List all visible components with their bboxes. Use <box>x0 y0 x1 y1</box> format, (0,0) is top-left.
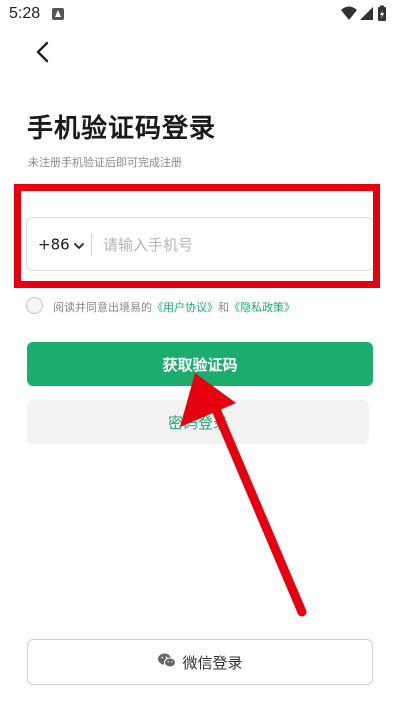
signal-icon <box>360 7 373 20</box>
get-code-button[interactable]: 获取验证码 <box>27 342 373 386</box>
status-indicators <box>340 5 390 23</box>
notification-app-icon <box>52 8 64 20</box>
wechat-icon <box>157 652 177 673</box>
agree-checkbox[interactable] <box>26 297 43 314</box>
status-bar: 5:28 <box>0 0 400 28</box>
wechat-login-label: 微信登录 <box>182 653 243 672</box>
back-arrow-icon <box>36 41 49 63</box>
login-screen: 5:28 手机验证码登录 未注册手机验证后即可完成注册 +86 请输入手机号 阅… <box>0 0 400 710</box>
user-agreement-link[interactable]: 《用户协议》 <box>152 301 218 314</box>
page-subtitle: 未注册手机验证后即可完成注册 <box>28 156 182 169</box>
agreement-text: 阅读并同意出境易的《用户协议》和《隐私政策》 <box>53 299 295 315</box>
wifi-icon <box>341 6 357 20</box>
status-time: 5:28 <box>9 5 41 22</box>
privacy-policy-link[interactable]: 《隐私政策》 <box>229 301 295 314</box>
wechat-login-button[interactable]: 微信登录 <box>27 639 373 685</box>
battery-icon <box>378 5 386 21</box>
highlight-annotation-box <box>14 184 380 288</box>
agreement-prefix: 阅读并同意出境易的 <box>53 301 152 314</box>
agreement-and: 和 <box>218 301 229 314</box>
page-title: 手机验证码登录 <box>27 114 217 144</box>
back-button[interactable] <box>28 36 60 68</box>
password-login-button[interactable]: 密码登录 <box>27 400 369 444</box>
